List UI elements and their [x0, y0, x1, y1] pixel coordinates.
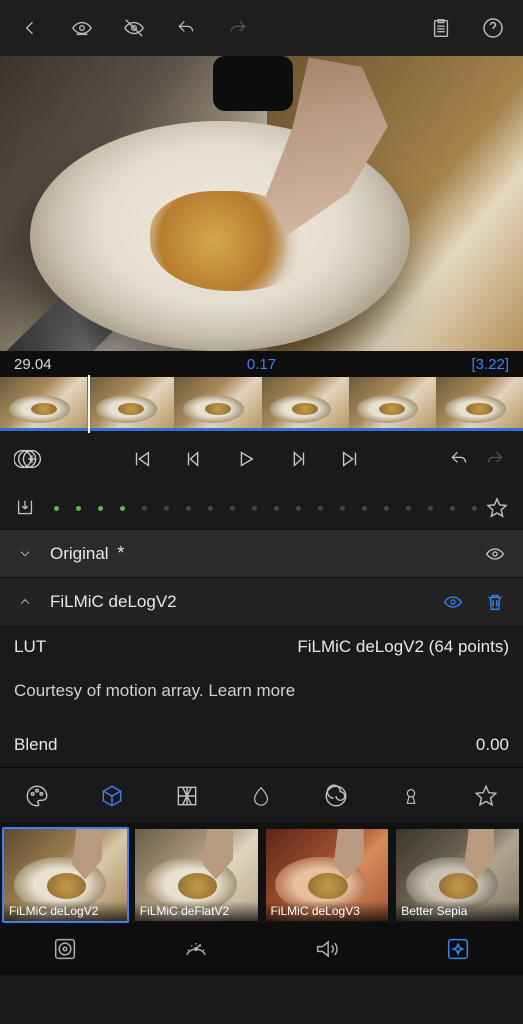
tab-mosaic[interactable] — [173, 782, 201, 810]
timeline-frame[interactable] — [262, 377, 349, 431]
chevron-down-icon — [14, 547, 36, 561]
visibility-on-icon[interactable] — [68, 14, 96, 42]
marker-dots[interactable] — [44, 506, 477, 511]
skip-end-button[interactable] — [336, 445, 364, 473]
nav-speed-icon[interactable] — [182, 935, 210, 963]
download-icon[interactable] — [14, 494, 36, 522]
step-back-button[interactable] — [180, 445, 208, 473]
time-readout: 29.04 0.17 [3.22] — [0, 351, 523, 377]
help-icon[interactable] — [479, 14, 507, 42]
skip-start-button[interactable] — [128, 445, 156, 473]
delete-layer-icon[interactable] — [481, 588, 509, 616]
layer-visibility-icon[interactable] — [439, 588, 467, 616]
markers-row — [0, 487, 523, 529]
time-range[interactable]: [3.22] — [471, 356, 509, 373]
layer-visibility-icon[interactable] — [481, 540, 509, 568]
lut-courtesy[interactable]: Courtesy of motion array. Learn more — [0, 669, 523, 713]
layer-active-label: FiLMiC deLogV2 — [50, 592, 425, 612]
blend-value: 0.00 — [476, 735, 509, 755]
layer-original-row[interactable]: Original * — [0, 529, 523, 577]
timeline-filmstrip[interactable] — [0, 377, 523, 431]
lut-label: LUT — [14, 637, 46, 657]
visibility-off-icon[interactable] — [120, 14, 148, 42]
tool-tabs — [0, 767, 523, 823]
top-toolbar — [0, 0, 523, 56]
blend-label: Blend — [14, 735, 57, 755]
favorite-star-icon[interactable] — [485, 494, 509, 522]
batch-add-icon[interactable] — [14, 445, 46, 473]
play-button[interactable] — [232, 445, 260, 473]
undo-button[interactable] — [172, 14, 200, 42]
preset-filmic-delogv2[interactable]: FiLMiC deLogV2 — [2, 827, 129, 923]
timeline-frame[interactable] — [174, 377, 261, 431]
timeline-frame[interactable] — [436, 377, 523, 431]
bottom-nav — [0, 923, 523, 975]
nav-audio-icon[interactable] — [313, 935, 341, 963]
tab-cube-lut[interactable] — [98, 782, 126, 810]
nav-input-icon[interactable] — [51, 935, 79, 963]
tab-palette[interactable] — [23, 782, 51, 810]
step-forward-button[interactable] — [284, 445, 312, 473]
chevron-up-icon — [14, 595, 36, 609]
timeline-frame[interactable] — [0, 377, 87, 431]
playhead[interactable] — [88, 375, 90, 433]
time-total: 29.04 — [14, 356, 52, 373]
tab-star[interactable] — [472, 782, 500, 810]
timeline-frame[interactable] — [349, 377, 436, 431]
lut-value: FiLMiC deLogV2 (64 points) — [297, 637, 509, 657]
blend-row[interactable]: Blend 0.00 — [0, 713, 523, 767]
layer-panel: Original * FiLMiC deLogV2 — [0, 529, 523, 625]
history-redo-icon[interactable] — [481, 445, 509, 473]
preset-filmic-deflatv2[interactable]: FiLMiC deFlatV2 — [133, 827, 260, 923]
lut-row[interactable]: LUT FiLMiC deLogV2 (64 points) — [0, 625, 523, 669]
preset-filmic-delogv3[interactable]: FiLMiC deLogV3 — [264, 827, 391, 923]
tab-spiral[interactable] — [322, 782, 350, 810]
layer-active-row[interactable]: FiLMiC deLogV2 — [0, 577, 523, 625]
layer-original-label: Original — [50, 544, 109, 563]
preset-strip: FiLMiC deLogV2 FiLMiC deFlatV2 FiLMiC de… — [0, 823, 523, 923]
tab-drop[interactable] — [247, 782, 275, 810]
time-current[interactable]: 0.17 — [52, 356, 472, 373]
video-preview[interactable] — [0, 56, 523, 351]
redo-button[interactable] — [224, 14, 252, 42]
history-undo-icon[interactable] — [445, 445, 473, 473]
nav-effects-icon[interactable] — [444, 935, 472, 963]
tab-keyhole[interactable] — [397, 782, 425, 810]
transport-controls — [0, 431, 523, 487]
clipboard-list-icon[interactable] — [427, 14, 455, 42]
back-button[interactable] — [16, 14, 44, 42]
timeline-frame[interactable] — [87, 377, 174, 431]
preset-better-sepia[interactable]: Better Sepia — [394, 827, 521, 923]
layer-modified-indicator: * — [117, 543, 124, 563]
